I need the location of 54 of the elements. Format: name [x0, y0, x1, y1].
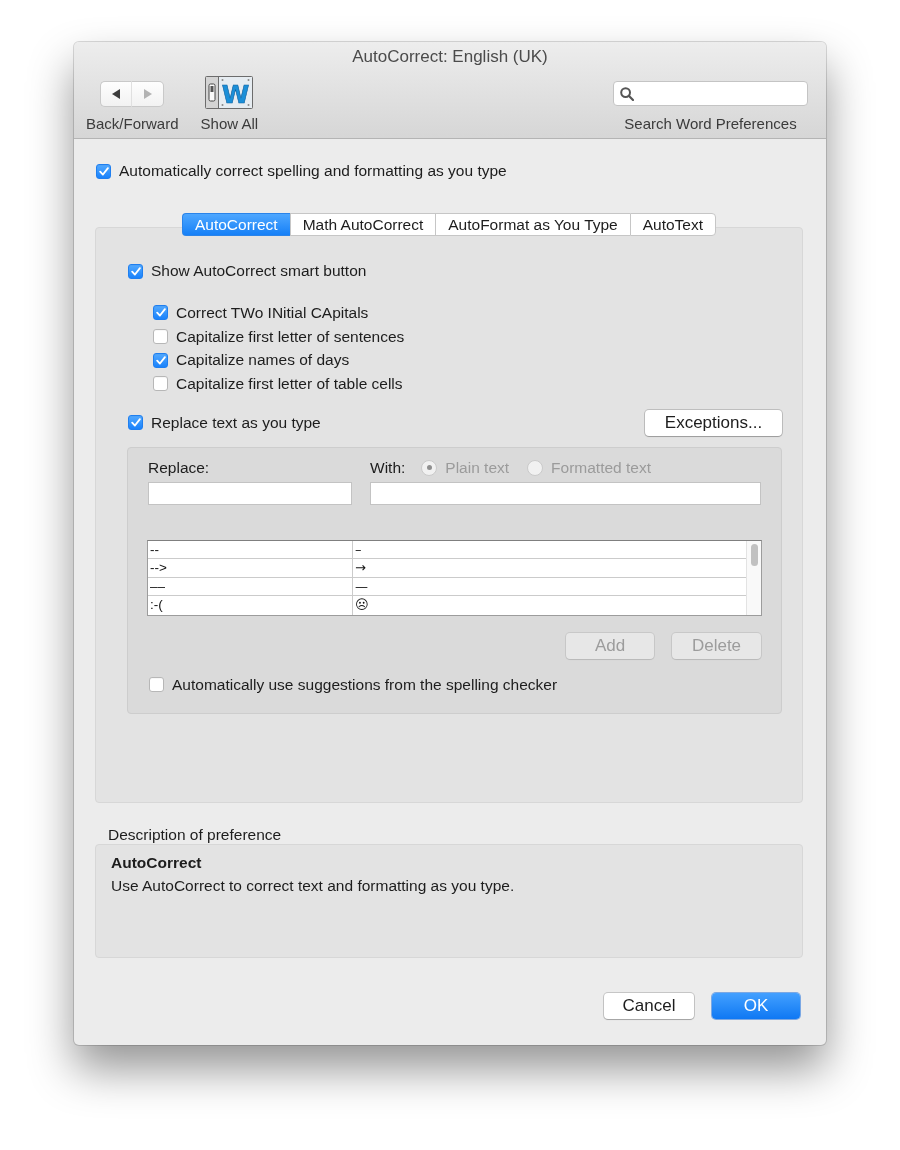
search-field[interactable] [613, 81, 808, 106]
tab[interactable]: AutoText [629, 213, 717, 236]
window-title: AutoCorrect: English (UK) [352, 47, 548, 67]
table-cell-text: – [354, 540, 363, 559]
checkbox[interactable] [96, 163, 111, 179]
checkbox-label: Correct TWo INitial CApitals [176, 303, 369, 322]
checkmark-icon [155, 355, 166, 365]
checkbox-label: Automatically use suggestions from the spelling checker [172, 675, 558, 694]
letter-tile-icon: W [205, 76, 254, 109]
radio-label: Formatted text [551, 458, 651, 477]
exceptions-button[interactable]: Exceptions... [645, 409, 782, 436]
table-cell-text: — [354, 577, 369, 596]
back-button[interactable] [100, 81, 133, 107]
checkbox-label: Show AutoCorrect smart button [151, 262, 367, 280]
table-cell-text: --> [149, 559, 168, 577]
checkbox[interactable] [153, 305, 168, 321]
checkmark-icon [130, 418, 141, 428]
search-icon [620, 86, 634, 101]
table-cell-text: → [354, 559, 367, 577]
checkbox[interactable] [128, 415, 143, 431]
checkbox[interactable] [153, 376, 168, 392]
left-triangle-icon [112, 89, 121, 99]
section-label: Description of preference [108, 826, 283, 844]
description-text: Use AutoCorrect to correct text and formatting as you type. [111, 877, 516, 895]
checkbox[interactable] [153, 352, 168, 368]
checkmark-icon [98, 166, 109, 176]
tab[interactable]: AutoFormat as You Type [435, 213, 630, 236]
right-triangle-icon [143, 89, 152, 99]
cancel-button[interactable]: Cancel [604, 993, 694, 1019]
toolbar-label: Search Word Preferences [624, 115, 797, 132]
with-field[interactable] [370, 481, 761, 505]
checkbox-label: Replace text as you type [151, 413, 321, 432]
table-cell-text: -- [149, 540, 160, 559]
checkbox[interactable] [128, 263, 143, 279]
description-title: AutoCorrect [111, 854, 203, 872]
checkbox-label: Capitalize first letter of sentences [176, 327, 405, 346]
table-cell-text: ☹ [354, 596, 370, 615]
table-cell-text: –– [149, 577, 167, 596]
table-cell-text: :-( [149, 596, 164, 615]
tab[interactable]: Math AutoCorrect [289, 213, 436, 236]
show-all-button[interactable]: W Show All [200, 76, 259, 132]
field-label: Replace: [148, 458, 211, 477]
checkmark-icon [155, 308, 166, 318]
checkmark-icon [130, 266, 141, 276]
toolbar-label: Back/Forward [86, 115, 179, 132]
replace-field[interactable] [148, 481, 352, 505]
checkbox-label: Capitalize names of days [176, 351, 350, 370]
field-label: With: [370, 458, 406, 477]
checkbox[interactable] [153, 329, 168, 345]
radio-label: Plain text [445, 458, 510, 477]
checkbox-label: Automatically correct spelling and formatting as you type [119, 162, 507, 180]
checkbox-label: Capitalize first letter of table cells [176, 374, 403, 393]
scrollbar-thumb[interactable] [750, 543, 758, 566]
checkbox[interactable] [149, 677, 164, 693]
